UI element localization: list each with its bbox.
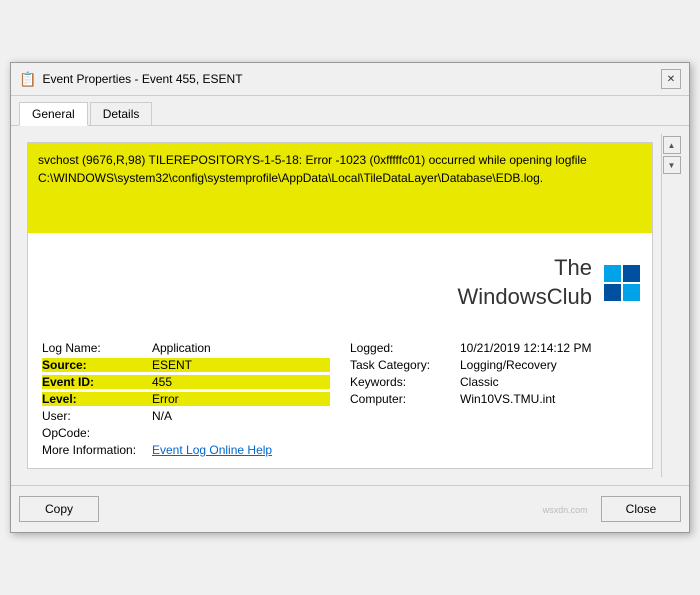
detail-row-level: Level: Error <box>42 392 330 406</box>
details-left-col: Log Name: Application Source: ESENT Even… <box>42 341 330 460</box>
tab-general[interactable]: General <box>19 102 88 126</box>
copy-button[interactable]: Copy <box>19 496 99 522</box>
windows-logo-icon <box>602 263 642 303</box>
details-two-col: Log Name: Application Source: ESENT Even… <box>42 341 638 460</box>
detail-row-opcode: OpCode: <box>42 426 330 440</box>
content-area: svchost (9676,R,98) TILEREPOSITORYS-1-5-… <box>19 134 681 477</box>
title-bar-left: 📋 Event Properties - Event 455, ESENT <box>19 71 243 88</box>
content-main: svchost (9676,R,98) TILEREPOSITORYS-1-5-… <box>19 134 661 477</box>
label-keywords: Keywords: <box>350 375 460 389</box>
value-taskcategory: Logging/Recovery <box>460 358 557 372</box>
detail-row-eventid: Event ID: 455 <box>42 375 330 389</box>
detail-row-user: User: N/A <box>42 409 330 423</box>
detail-row-keywords: Keywords: Classic <box>350 375 638 389</box>
label-moreinfo: More Information: <box>42 443 152 457</box>
label-opcode: OpCode: <box>42 426 152 440</box>
scroll-up-button[interactable]: ▲ <box>663 136 681 154</box>
logo-area: The WindowsClub <box>28 233 652 333</box>
logo-line1: The <box>554 255 592 280</box>
window-title: Event Properties - Event 455, ESENT <box>42 72 242 86</box>
footer: Copy wsxdn.com Close <box>11 485 689 532</box>
value-user: N/A <box>152 409 172 423</box>
event-content-box: svchost (9676,R,98) TILEREPOSITORYS-1-5-… <box>27 142 653 469</box>
label-logname: Log Name: <box>42 341 152 355</box>
label-taskcategory: Task Category: <box>350 358 460 372</box>
label-level: Level: <box>42 392 152 406</box>
close-button[interactable]: Close <box>601 496 681 522</box>
event-properties-window: 📋 Event Properties - Event 455, ESENT ✕ … <box>10 62 690 533</box>
label-source: Source: <box>42 358 152 372</box>
logo-line2: WindowsClub <box>458 284 593 309</box>
value-logged: 10/21/2019 12:14:12 PM <box>460 341 591 355</box>
detail-row-taskcategory: Task Category: Logging/Recovery <box>350 358 638 372</box>
label-logged: Logged: <box>350 341 460 355</box>
value-level: Error <box>152 392 179 406</box>
detail-row-source: Source: ESENT <box>42 358 330 372</box>
detail-row-computer: Computer: Win10VS.TMU.int <box>350 392 638 406</box>
details-section: Log Name: Application Source: ESENT Even… <box>28 333 652 468</box>
label-user: User: <box>42 409 152 423</box>
tab-bar: General Details <box>11 96 689 126</box>
label-computer: Computer: <box>350 392 460 406</box>
scrollbar: ▲ ▼ <box>661 134 681 477</box>
detail-row-moreinfo: More Information: Event Log Online Help <box>42 443 330 457</box>
logo-content: The WindowsClub <box>458 254 643 311</box>
logo-text: The WindowsClub <box>458 254 593 311</box>
watermark: wsxdn.com <box>543 505 588 515</box>
title-bar: 📋 Event Properties - Event 455, ESENT ✕ <box>11 63 689 96</box>
value-logname: Application <box>152 341 211 355</box>
value-eventid: 455 <box>152 375 172 389</box>
scroll-down-button[interactable]: ▼ <box>663 156 681 174</box>
event-log-online-help-link[interactable]: Event Log Online Help <box>152 443 272 457</box>
value-computer: Win10VS.TMU.int <box>460 392 555 406</box>
value-keywords: Classic <box>460 375 499 389</box>
detail-row-logged: Logged: 10/21/2019 12:14:12 PM <box>350 341 638 355</box>
window-icon: 📋 <box>19 71 36 88</box>
value-source: ESENT <box>152 358 192 372</box>
detail-row-logname: Log Name: Application <box>42 341 330 355</box>
label-eventid: Event ID: <box>42 375 152 389</box>
window-close-button[interactable]: ✕ <box>661 69 681 89</box>
event-message: svchost (9676,R,98) TILEREPOSITORYS-1-5-… <box>28 143 652 233</box>
details-right-col: Logged: 10/21/2019 12:14:12 PM Task Cate… <box>350 341 638 460</box>
tab-details[interactable]: Details <box>90 102 153 125</box>
